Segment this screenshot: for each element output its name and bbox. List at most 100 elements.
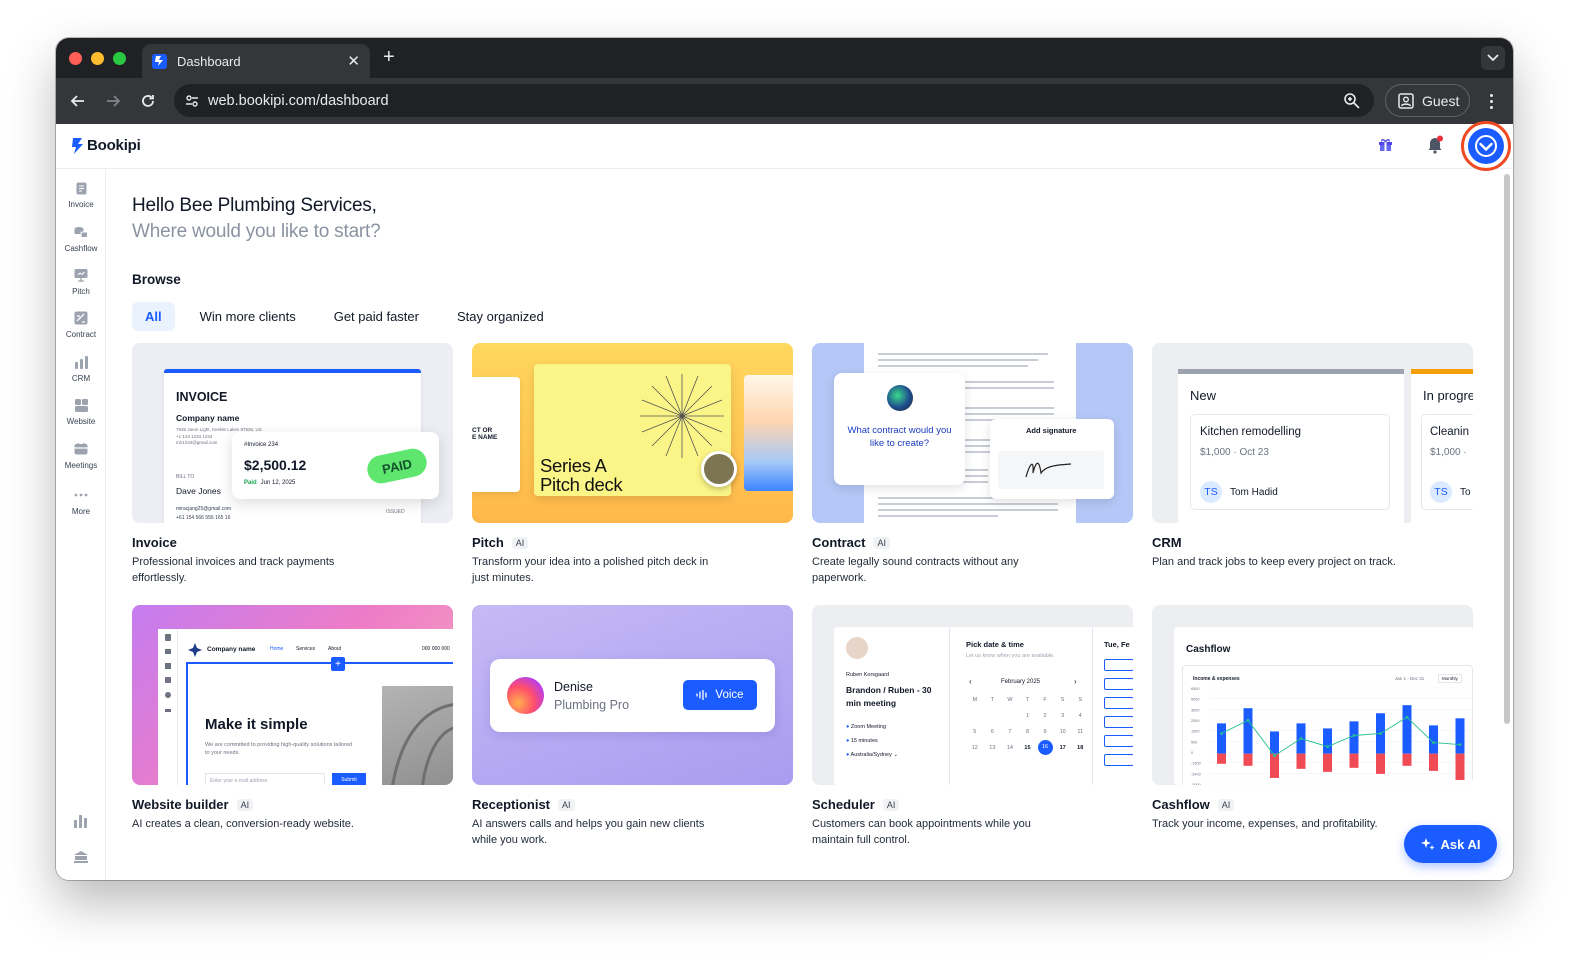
notifications-bell-icon[interactable] xyxy=(1426,135,1444,159)
card-website-builder[interactable]: Company name Home Services About 000 000… xyxy=(132,605,453,832)
card-cashflow[interactable]: Cashflow Income & expenses Jan 1 - Dec 3… xyxy=(1152,605,1473,832)
reports-chart-icon[interactable] xyxy=(74,815,88,833)
tab-search-button[interactable] xyxy=(1481,46,1505,70)
pitch-preview: CT OR E NAME Series A Pitch deck xyxy=(472,343,793,523)
scheduler-host: Ruben Korsgaard xyxy=(846,672,890,678)
card-description: Plan and track jobs to keep every projec… xyxy=(1152,556,1396,568)
card-receptionist[interactable]: Denise Plumbing Pro Voice Receptionist AI… xyxy=(472,605,793,848)
card-pitch[interactable]: CT OR E NAME Series A Pitch deck Pitch AI T… xyxy=(472,343,793,586)
card-title: Scheduler xyxy=(812,797,875,812)
card-contract[interactable]: What contract would you like to create? … xyxy=(812,343,1133,586)
y-tick-label: 1500 xyxy=(1191,730,1199,734)
new-tab-icon[interactable]: + xyxy=(383,47,395,67)
expense-bar xyxy=(1429,753,1438,771)
ask-ai-button[interactable]: Ask AI xyxy=(1404,825,1497,863)
cashflow-bar-chart: 650050003500250015005000-1500-2400-3000 xyxy=(1191,687,1473,785)
card-invoice[interactable]: INVOICE Company name 7935 Jaron Light, K… xyxy=(132,343,453,586)
bank-icon[interactable] xyxy=(74,850,88,868)
scheduler-timezone: Australia/Sydney xyxy=(850,752,892,758)
zoom-icon[interactable] xyxy=(1343,92,1360,109)
filter-all[interactable]: All xyxy=(132,302,175,331)
avatar: TS xyxy=(1200,481,1222,503)
sidebar-item-label: CRM xyxy=(71,374,91,383)
bookipi-logo[interactable]: Bookipi xyxy=(72,137,141,154)
site-settings-icon[interactable] xyxy=(184,93,200,109)
close-window-button[interactable] xyxy=(69,51,82,65)
add-signature-label: Add signature xyxy=(1026,426,1077,435)
sidebar-item-invoice[interactable]: Invoice xyxy=(56,181,106,209)
minimize-window-button[interactable] xyxy=(91,51,104,65)
bookipi-favicon-icon xyxy=(152,53,167,69)
sidebar: Invoice Cashflow Pitch Contract CRM Webs… xyxy=(56,169,106,880)
profile-avatar-button[interactable] xyxy=(1461,121,1511,171)
sidebar-item-cashflow[interactable]: Cashflow xyxy=(56,225,106,253)
sidebar-item-crm[interactable]: CRM xyxy=(56,355,106,383)
website-nav-services: Services xyxy=(296,646,316,652)
sidebar-item-label: Meetings xyxy=(64,461,98,470)
invoice-client: Dave Jones xyxy=(176,486,221,496)
tab-bar: Dashboard ✕ + xyxy=(56,38,1513,78)
browser-menu-icon[interactable] xyxy=(1481,90,1501,112)
sidebar-item-more[interactable]: More xyxy=(56,488,106,516)
invoice-paid-status: Paid xyxy=(244,480,257,486)
filter-get-paid-faster[interactable]: Get paid faster xyxy=(321,302,432,331)
scheduler-pick-title: Pick date & time xyxy=(966,640,1024,649)
card-title: Cashflow xyxy=(1152,797,1210,812)
scheduler-day-title: Tue, Fe xyxy=(1104,640,1130,649)
tab-dashboard[interactable]: Dashboard ✕ xyxy=(142,44,370,78)
crm-job-title: Cleanin xyxy=(1430,426,1469,438)
invoice-preview: INVOICE Company name 7935 Jaron Light, K… xyxy=(132,343,453,523)
scheduler-pick-subtitle: Let us know when you are available. xyxy=(966,653,1055,659)
reload-button[interactable] xyxy=(136,89,160,113)
avatar: TS xyxy=(1430,481,1452,503)
sidebar-item-label: More xyxy=(71,507,91,516)
calendar-weekday: T xyxy=(990,697,995,703)
card-description: Create legally sound contracts without a… xyxy=(812,556,1019,584)
net-point xyxy=(1273,754,1276,758)
card-crm[interactable]: New Kitchen remodelling $1,000 · Oct 23 … xyxy=(1152,343,1473,570)
income-bar xyxy=(1323,728,1332,754)
income-bar xyxy=(1455,718,1465,754)
calendar-day: 14 xyxy=(1006,745,1013,751)
calendar-day xyxy=(966,713,984,719)
card-title: CRM xyxy=(1152,535,1182,550)
meetings-icon xyxy=(74,442,88,456)
signature-scribble xyxy=(1025,462,1072,478)
sidebar-item-pitch[interactable]: Pitch xyxy=(56,268,106,296)
profile-guest-button[interactable]: Guest xyxy=(1385,84,1470,117)
address-bar[interactable]: web.bookipi.com/dashboard xyxy=(174,84,1374,117)
income-bar xyxy=(1243,708,1253,754)
card-title: Invoice xyxy=(132,535,177,550)
card-title: Receptionist xyxy=(472,797,551,812)
calendar-weekday: M xyxy=(972,697,978,703)
calendar-weekday: W xyxy=(1007,697,1013,703)
filter-win-more-clients[interactable]: Win more clients xyxy=(187,302,309,331)
net-point xyxy=(1246,718,1250,722)
app-header: Bookipi xyxy=(56,121,1513,171)
crm-job-meta: $1,000 · xyxy=(1430,447,1467,458)
page-scrollbar[interactable] xyxy=(1504,174,1510,724)
card-scheduler[interactable]: Ruben Korsgaard Brandon / Ruben - 30 min… xyxy=(812,605,1133,848)
y-tick-label: -1500 xyxy=(1191,762,1201,766)
sidebar-item-meetings[interactable]: Meetings xyxy=(56,442,106,470)
browse-label: Browse xyxy=(132,272,181,287)
zoom-window-button[interactable] xyxy=(113,51,126,65)
browser-window: Dashboard ✕ + web.bookipi.com/dashboard … xyxy=(56,38,1513,880)
chart-date-range: Jan 1 - Dec 31 xyxy=(1395,676,1425,681)
calendar-day: 2 xyxy=(1043,713,1047,719)
website-headline: Make it simple xyxy=(205,716,308,733)
bookipi-logo-icon xyxy=(72,137,83,154)
sidebar-item-website[interactable]: Website xyxy=(56,398,106,426)
ask-ai-label: Ask AI xyxy=(1440,836,1481,852)
net-point xyxy=(1405,715,1409,719)
gift-icon[interactable] xyxy=(1378,137,1393,157)
back-button[interactable] xyxy=(66,89,90,113)
crm-job-title: Kitchen remodelling xyxy=(1200,426,1302,438)
close-tab-icon[interactable]: ✕ xyxy=(347,54,360,69)
forward-button[interactable] xyxy=(101,89,125,113)
sidebar-item-contract[interactable]: Contract xyxy=(56,311,106,339)
invoice-heading: INVOICE xyxy=(176,390,228,404)
expense-bar xyxy=(1323,753,1332,772)
host-avatar xyxy=(846,637,868,659)
filter-stay-organized[interactable]: Stay organized xyxy=(444,302,557,331)
